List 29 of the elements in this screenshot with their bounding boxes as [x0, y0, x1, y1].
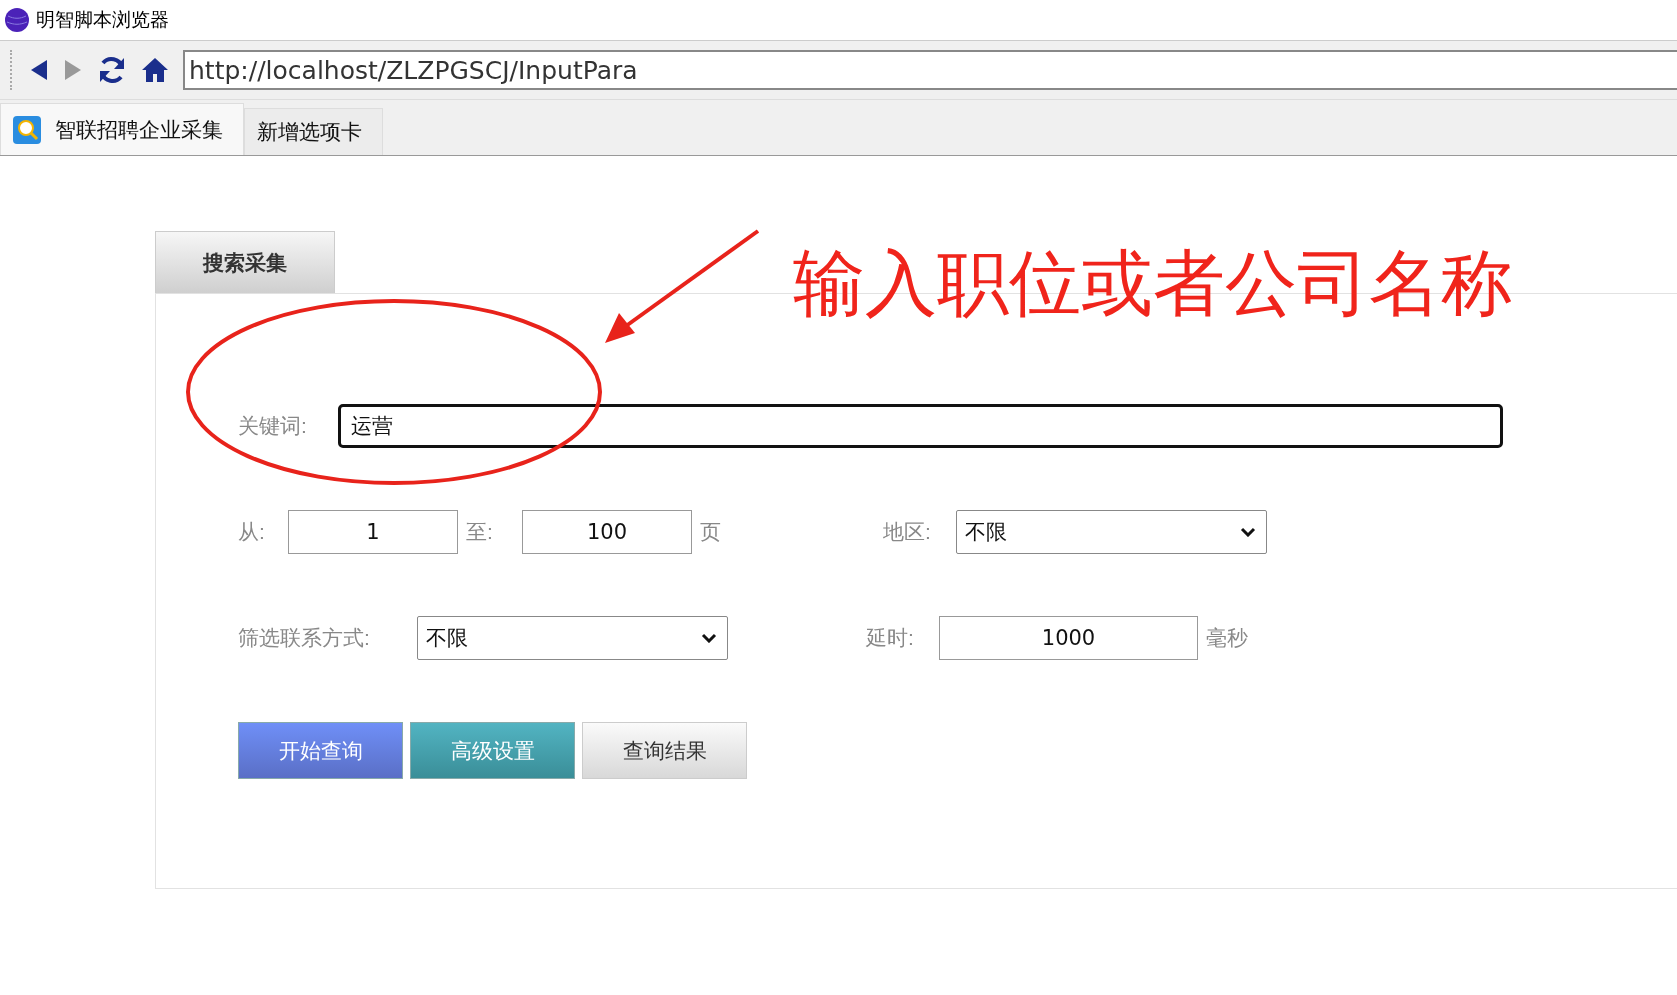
- home-icon[interactable]: [141, 56, 169, 84]
- keyword-label: 关键词:: [238, 413, 308, 439]
- delay-label: 延时:: [866, 625, 915, 651]
- browser-tab[interactable]: 智联招聘企业采集: [0, 103, 244, 155]
- keyword-field[interactable]: 运营: [338, 404, 1503, 448]
- chevron-icon: [1240, 527, 1256, 537]
- region-label: 地区:: [883, 519, 932, 545]
- back-icon[interactable]: [29, 58, 49, 82]
- panel-tab[interactable]: 搜索采集: [155, 231, 335, 293]
- refresh-icon[interactable]: [97, 55, 127, 85]
- action-button[interactable]: 开始查询: [238, 722, 403, 779]
- globe-icon: [4, 7, 30, 33]
- delay-unit: 毫秒: [1206, 625, 1248, 651]
- chevron-icon: [701, 633, 717, 643]
- to-page-field[interactable]: 100: [522, 510, 692, 554]
- window-title: 明智脚本浏览器: [36, 8, 169, 32]
- delay-field[interactable]: 1000: [939, 616, 1198, 660]
- browser-tab[interactable]: 新增选项卡: [244, 108, 383, 155]
- from-label: 从:: [238, 519, 266, 545]
- to-label: 至:: [465, 519, 494, 545]
- magnifier-icon: [13, 115, 41, 144]
- action-button[interactable]: 查询结果: [582, 722, 747, 779]
- address-field[interactable]: http://localhost/ZLZPGSCJ/InputPara: [183, 50, 1677, 90]
- annotation-text: 输入职位或者公司名称: [793, 242, 1513, 325]
- page-unit: 页: [700, 519, 721, 545]
- contact-filter-dropdown[interactable]: 不限: [417, 616, 728, 660]
- region-dropdown[interactable]: 不限: [956, 510, 1267, 554]
- contact-filter-label: 筛选联系方式:: [238, 625, 371, 651]
- from-page-field[interactable]: 1: [288, 510, 458, 554]
